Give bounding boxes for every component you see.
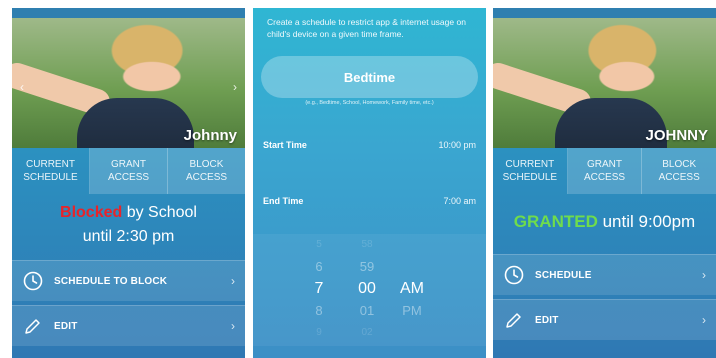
schedule-row[interactable]: SCHEDULE ›	[493, 254, 716, 295]
next-child-icon[interactable]: ›	[233, 80, 237, 94]
schedule-name-hint: (e.g., Bedtime, School, Homework, Family…	[305, 100, 434, 106]
end-time-row[interactable]: End Time 7:00 am	[253, 180, 486, 222]
screen-current-schedule-granted: JOHNNY CURRENT SCHEDULE GRANT ACCESS BLOCK…	[493, 8, 716, 358]
tab-grant-access[interactable]: GRANT ACCESS	[567, 148, 643, 194]
status-until-text: until 2:30 pm	[82, 228, 175, 245]
schedule-status: Blocked by School until 2:30 pm	[12, 204, 245, 246]
pencil-icon	[22, 315, 44, 337]
tab-bar: CURRENT SCHEDULE GRANT ACCESS BLOCK ACCESS	[12, 148, 245, 194]
selected-minute: 00	[358, 280, 376, 297]
chevron-right-icon: ›	[702, 268, 706, 282]
edit-label: EDIT	[54, 320, 78, 332]
tab-current-schedule[interactable]: CURRENT SCHEDULE	[493, 148, 568, 194]
chevron-right-icon: ›	[702, 313, 706, 327]
status-bar	[493, 8, 716, 18]
end-time-label: End Time	[263, 196, 304, 206]
start-time-row[interactable]: Start Time 10:00 pm	[253, 124, 486, 166]
child-name: JOHNNY	[645, 127, 708, 144]
chevron-right-icon: ›	[231, 319, 235, 333]
schedule-name-input[interactable]: Bedtime	[261, 56, 478, 98]
status-granted-word: GRANTED	[513, 212, 598, 231]
clock-icon	[22, 270, 44, 292]
clock-icon	[503, 264, 525, 286]
pencil-icon	[503, 309, 525, 331]
edit-label: EDIT	[535, 314, 559, 326]
status-by-text: by School	[122, 204, 197, 221]
tab-current-schedule[interactable]: CURRENT SCHEDULE	[12, 148, 90, 194]
photo-shirt	[77, 98, 194, 148]
child-photo: JOHNNY	[493, 18, 716, 148]
status-blocked-word: Blocked	[60, 204, 123, 221]
edit-row[interactable]: EDIT ›	[493, 299, 716, 340]
chevron-right-icon: ›	[231, 274, 235, 288]
schedule-status: GRANTED until 9:00pm	[493, 212, 716, 232]
time-picker[interactable]: 5 6 7 8 9 58 59 00 01 02 AM PM	[253, 234, 486, 346]
hour-wheel[interactable]: 5 6 7 8 9	[309, 234, 329, 346]
selected-ampm: AM	[400, 280, 424, 297]
minute-wheel[interactable]: 58 59 00 01 02	[353, 234, 381, 346]
edit-row[interactable]: EDIT ›	[12, 305, 245, 346]
status-bar	[12, 8, 245, 18]
ampm-wheel[interactable]: AM PM	[395, 234, 429, 346]
child-photo: ‹ › Johnny	[12, 18, 245, 148]
intro-text: Create a schedule to restrict app & inte…	[267, 17, 466, 39]
tab-grant-access[interactable]: GRANT ACCESS	[90, 148, 168, 194]
tab-block-access[interactable]: BLOCK ACCESS	[642, 148, 716, 194]
schedule-to-block-row[interactable]: SCHEDULE TO BLOCK ›	[12, 260, 245, 301]
tab-bar: CURRENT SCHEDULE GRANT ACCESS BLOCK ACCESS	[493, 148, 716, 194]
end-time-value: 7:00 am	[443, 196, 476, 206]
tab-block-access[interactable]: BLOCK ACCESS	[168, 148, 245, 194]
schedule-to-block-label: SCHEDULE TO BLOCK	[54, 275, 168, 287]
child-name: Johnny	[183, 127, 237, 144]
screen-create-schedule: Create a schedule to restrict app & inte…	[253, 8, 486, 358]
schedule-label: SCHEDULE	[535, 269, 592, 281]
screen-current-schedule-blocked: ‹ › Johnny CURRENT SCHEDULE GRANT ACCESS B…	[12, 8, 245, 358]
start-time-value: 10:00 pm	[438, 140, 476, 150]
start-time-label: Start Time	[263, 140, 307, 150]
previous-child-icon[interactable]: ‹	[20, 80, 24, 94]
status-until-text: until 9:00pm	[597, 212, 696, 231]
selected-hour: 7	[314, 280, 324, 297]
